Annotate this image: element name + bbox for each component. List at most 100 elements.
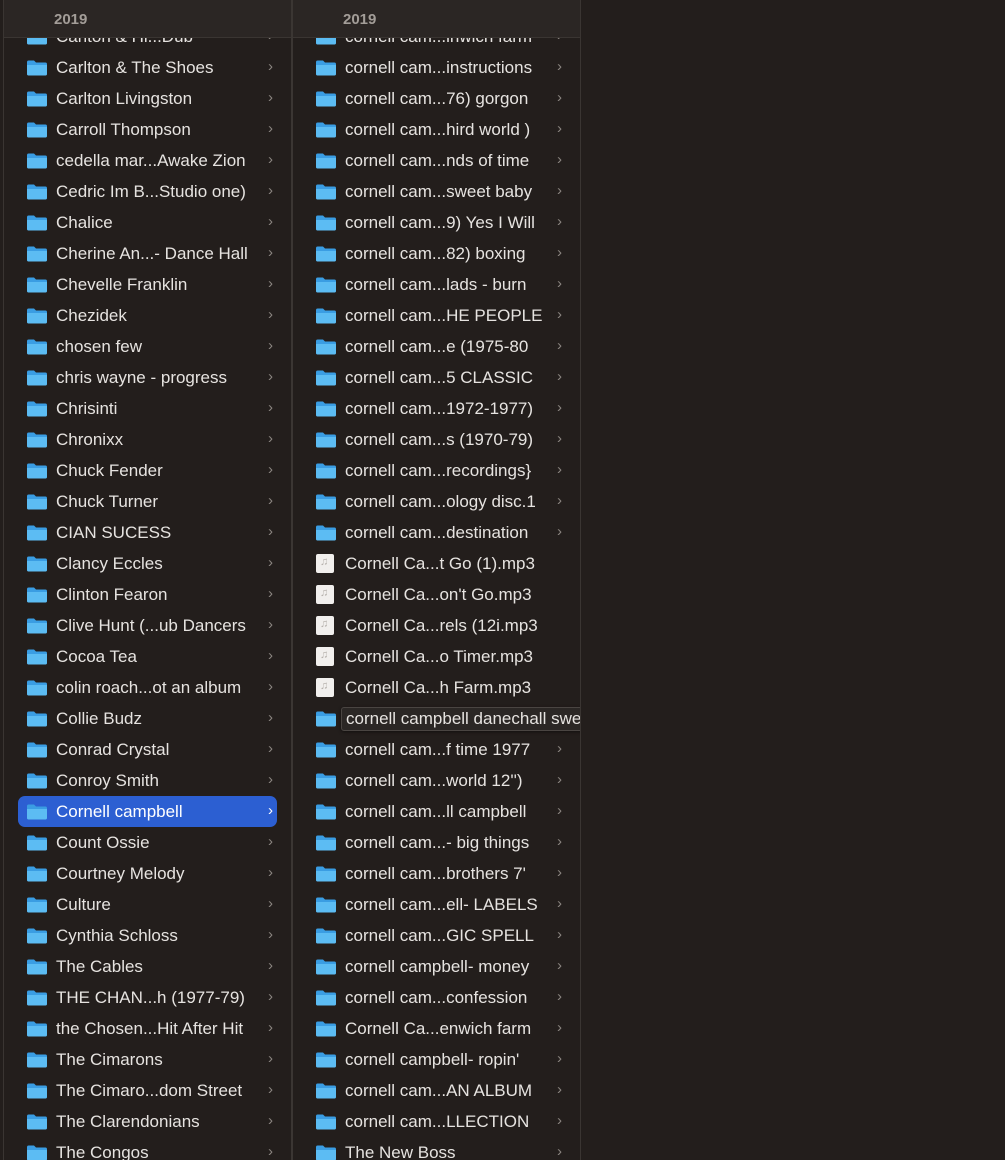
- chevron-right-icon: ›: [268, 151, 273, 168]
- folder-row[interactable]: THE CHAN...h (1977-79) ›: [4, 982, 291, 1013]
- folder-row[interactable]: Carlton & The Shoes ›: [4, 52, 291, 83]
- item-label: Conroy Smith: [56, 771, 159, 790]
- folder-row[interactable]: Cynthia Schloss ›: [4, 920, 291, 951]
- folder-row[interactable]: The Cables ›: [4, 951, 291, 982]
- folder-row[interactable]: Chuck Turner ›: [4, 486, 291, 517]
- folder-icon: [315, 369, 337, 386]
- folder-row[interactable]: Cherine An...- Dance Hall ›: [4, 238, 291, 269]
- chevron-right-icon: ›: [557, 89, 562, 106]
- folder-row[interactable]: cornell cam...s (1970-79) ›: [293, 424, 580, 455]
- folder-icon: [26, 369, 48, 386]
- item-label: cornell cam...LLECTION: [345, 1112, 530, 1131]
- folder-row[interactable]: Chuck Fender ›: [4, 455, 291, 486]
- item-label: The Clarendonians: [56, 1112, 200, 1131]
- folder-row[interactable]: cornell cam...sweet baby ›: [293, 176, 580, 207]
- folder-row[interactable]: cornell cam...instructions ›: [293, 52, 580, 83]
- folder-row[interactable]: cornell cam...76) gorgon ›: [293, 83, 580, 114]
- folder-row[interactable]: Carroll Thompson ›: [4, 114, 291, 145]
- folder-row[interactable]: cornell cam...e (1975-80 ›: [293, 331, 580, 362]
- chevron-right-icon: ›: [557, 492, 562, 509]
- folder-row[interactable]: cornell cam...ll campbell ›: [293, 796, 580, 827]
- finder-column-1[interactable]: 2019 Carlton & Hi...Dub›Carlton & The Sh…: [4, 0, 291, 1160]
- folder-row[interactable]: cornell cam...ell- LABELS ›: [293, 889, 580, 920]
- folder-row[interactable]: Conroy Smith ›: [4, 765, 291, 796]
- file-row[interactable]: ♫ Cornell Ca...h Farm.mp3: [293, 672, 580, 703]
- folder-row[interactable]: cedella mar...Awake Zion ›: [4, 145, 291, 176]
- folder-row[interactable]: CIAN SUCESS ›: [4, 517, 291, 548]
- folder-row[interactable]: Culture ›: [4, 889, 291, 920]
- folder-row[interactable]: The Congos ›: [4, 1137, 291, 1160]
- chevron-right-icon: ›: [268, 1143, 273, 1160]
- folder-row[interactable]: cornell cam...1972-1977) ›: [293, 393, 580, 424]
- chevron-right-icon: ›: [557, 1050, 562, 1067]
- folder-icon: [26, 307, 48, 324]
- folder-row[interactable]: The Cimarons ›: [4, 1044, 291, 1075]
- item-label: Cornell campbell: [56, 802, 183, 821]
- folder-row[interactable]: Chronixx ›: [4, 424, 291, 455]
- folder-row[interactable]: cornell cam...HE PEOPLE ›: [293, 300, 580, 331]
- folder-row[interactable]: cornell cam...lads - burn ›: [293, 269, 580, 300]
- folder-row[interactable]: Conrad Crystal ›: [4, 734, 291, 765]
- folder-row[interactable]: chris wayne - progress ›: [4, 362, 291, 393]
- item-label: The Cimaro...dom Street: [56, 1081, 243, 1100]
- folder-row[interactable]: cornell cam...f time 1977 ›: [293, 734, 580, 765]
- item-label: cornell cam...ology disc.1: [345, 492, 536, 511]
- folder-row[interactable]: Cornell campbell ›: [4, 796, 291, 827]
- folder-row[interactable]: Cedric Im B...Studio one) ›: [4, 176, 291, 207]
- folder-row[interactable]: cornell cam...hird world ) ›: [293, 114, 580, 145]
- folder-row[interactable]: Chrisinti ›: [4, 393, 291, 424]
- item-label: chris wayne - progress: [56, 368, 228, 387]
- chevron-right-icon: ›: [557, 957, 562, 974]
- folder-row[interactable]: cornell cam...9) Yes I Will ›: [293, 207, 580, 238]
- folder-row[interactable]: cornell cam...ology disc.1 ›: [293, 486, 580, 517]
- item-label: THE CHAN...h (1977-79): [56, 988, 245, 1007]
- folder-row[interactable]: cornell cam...world 12'') ›: [293, 765, 580, 796]
- folder-row[interactable]: cornell cam...GIC SPELL ›: [293, 920, 580, 951]
- folder-row[interactable]: cornell campbell- ropin' ›: [293, 1044, 580, 1075]
- folder-row[interactable]: The Clarendonians ›: [4, 1106, 291, 1137]
- folder-row[interactable]: Clive Hunt (...ub Dancers ›: [4, 610, 291, 641]
- folder-row[interactable]: Cocoa Tea ›: [4, 641, 291, 672]
- folder-row[interactable]: chosen few ›: [4, 331, 291, 362]
- folder-row[interactable]: Collie Budz ›: [4, 703, 291, 734]
- folder-row[interactable]: Courtney Melody ›: [4, 858, 291, 889]
- chevron-right-icon: ›: [557, 58, 562, 75]
- chevron-right-icon: ›: [557, 1143, 562, 1160]
- finder-column-2[interactable]: 2019 cornell cam...inwich farm›cornell c…: [293, 0, 580, 1160]
- folder-row[interactable]: Clancy Eccles ›: [4, 548, 291, 579]
- folder-row[interactable]: Clinton Fearon ›: [4, 579, 291, 610]
- chevron-right-icon: ›: [557, 461, 562, 478]
- file-row[interactable]: ♫ Cornell Ca...t Go (1).mp3: [293, 548, 580, 579]
- folder-row[interactable]: Carlton Livingston ›: [4, 83, 291, 114]
- folder-row[interactable]: colin roach...ot an album ›: [4, 672, 291, 703]
- folder-row[interactable]: Cornell Ca...enwich farm ›: [293, 1013, 580, 1044]
- folder-row[interactable]: cornell cam...recordings} ›: [293, 455, 580, 486]
- file-row[interactable]: ♫ Cornell Ca...on't Go.mp3: [293, 579, 580, 610]
- file-row[interactable]: ♫ Cornell Ca...o Timer.mp3: [293, 641, 580, 672]
- folder-row[interactable]: The Cimaro...dom Street ›: [4, 1075, 291, 1106]
- folder-row[interactable]: Count Ossie ›: [4, 827, 291, 858]
- folder-row[interactable]: cornell campbell- money ›: [293, 951, 580, 982]
- folder-row[interactable]: the Chosen...Hit After Hit ›: [4, 1013, 291, 1044]
- folder-row[interactable]: The New Boss ›: [293, 1137, 580, 1160]
- folder-row[interactable]: cornell cam...5 CLASSIC ›: [293, 362, 580, 393]
- folder-row[interactable]: Chevelle Franklin ›: [4, 269, 291, 300]
- folder-icon: [26, 59, 48, 76]
- item-label: Chezidek: [56, 306, 127, 325]
- item-label: cornell cam...confession: [345, 988, 528, 1007]
- folder-icon: [315, 803, 337, 820]
- folder-row[interactable]: cornell cam...destination ›: [293, 517, 580, 548]
- folder-row[interactable]: cornell cam...nds of time ›: [293, 145, 580, 176]
- item-label: cornell cam...lads - burn: [345, 275, 527, 294]
- folder-row[interactable]: Chalice ›: [4, 207, 291, 238]
- folder-row[interactable]: cornell cam...82) boxing ›: [293, 238, 580, 269]
- folder-row[interactable]: cornell campbell danechall sweet: [293, 703, 580, 734]
- file-row[interactable]: ♫ Cornell Ca...rels (12i.mp3: [293, 610, 580, 641]
- folder-row[interactable]: cornell cam...LLECTION ›: [293, 1106, 580, 1137]
- folder-row[interactable]: Chezidek ›: [4, 300, 291, 331]
- folder-row[interactable]: cornell cam...AN ALBUM ›: [293, 1075, 580, 1106]
- chevron-right-icon: ›: [268, 461, 273, 478]
- folder-row[interactable]: cornell cam...brothers 7' ›: [293, 858, 580, 889]
- folder-row[interactable]: cornell cam...confession ›: [293, 982, 580, 1013]
- folder-row[interactable]: cornell cam...- big things ›: [293, 827, 580, 858]
